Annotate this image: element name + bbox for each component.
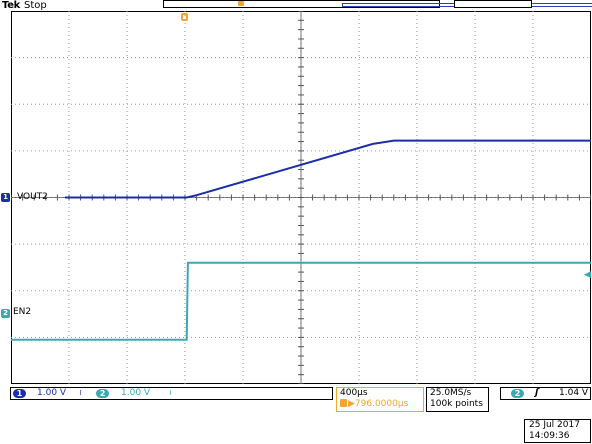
brand-logo: Tek xyxy=(2,0,21,11)
acquisition-readout[interactable]: 25.0MS/s 100k points xyxy=(426,387,489,412)
trigger-readout[interactable]: 2 ʃ 1.04 V xyxy=(500,387,591,400)
time: 14:09:36 xyxy=(529,431,570,441)
trigger-delay-value: ▶796.0000µs xyxy=(348,399,409,409)
horizontal-readout[interactable]: 400µs ▶796.0000µs xyxy=(336,387,424,412)
ch2-ground-marker[interactable]: 2 xyxy=(1,309,10,318)
ch2-badge[interactable]: 2 xyxy=(96,389,109,398)
ch2-label: EN2 xyxy=(13,307,32,317)
trigger-delay: ▶796.0000µs xyxy=(340,399,408,409)
timebase: 400µs xyxy=(340,388,368,398)
record-view-bar[interactable] xyxy=(163,0,592,8)
ch1-ground-marker[interactable]: 1 xyxy=(1,193,10,202)
ch2-scale: 1.00 V xyxy=(121,388,151,398)
ch1-label: VOUT2 xyxy=(17,192,48,202)
acquisition-state: Stop xyxy=(24,0,47,11)
ch1-bandwidth-icon: ≀ xyxy=(79,388,82,397)
trigger-level: 1.04 V xyxy=(559,388,589,398)
ch1-scale: 1.00 V xyxy=(37,388,67,398)
ch1-trace xyxy=(64,139,591,199)
trigger-point-marker xyxy=(238,1,244,6)
ch2-bandwidth-icon: ≀ xyxy=(169,388,172,397)
trigger-slope-icon: ʃ xyxy=(535,388,539,398)
trigger-level-arrow-icon: ◀ xyxy=(584,270,591,280)
record-length: 100k points xyxy=(430,399,483,409)
ch1-badge[interactable]: 1 xyxy=(13,389,26,398)
record-bar-extension xyxy=(454,0,532,8)
date: 25 Jul 2017 xyxy=(529,420,580,430)
trigger-source-badge: 2 xyxy=(511,389,524,398)
sample-rate: 25.0MS/s xyxy=(430,388,472,398)
trigger-delay-icon xyxy=(340,399,347,407)
waveform-graticule xyxy=(11,11,591,384)
vertical-readout[interactable]: 1 1.00 V ≀ 2 1.00 V ≀ xyxy=(10,387,333,400)
timestamp: 25 Jul 2017 14:09:36 xyxy=(524,419,591,443)
